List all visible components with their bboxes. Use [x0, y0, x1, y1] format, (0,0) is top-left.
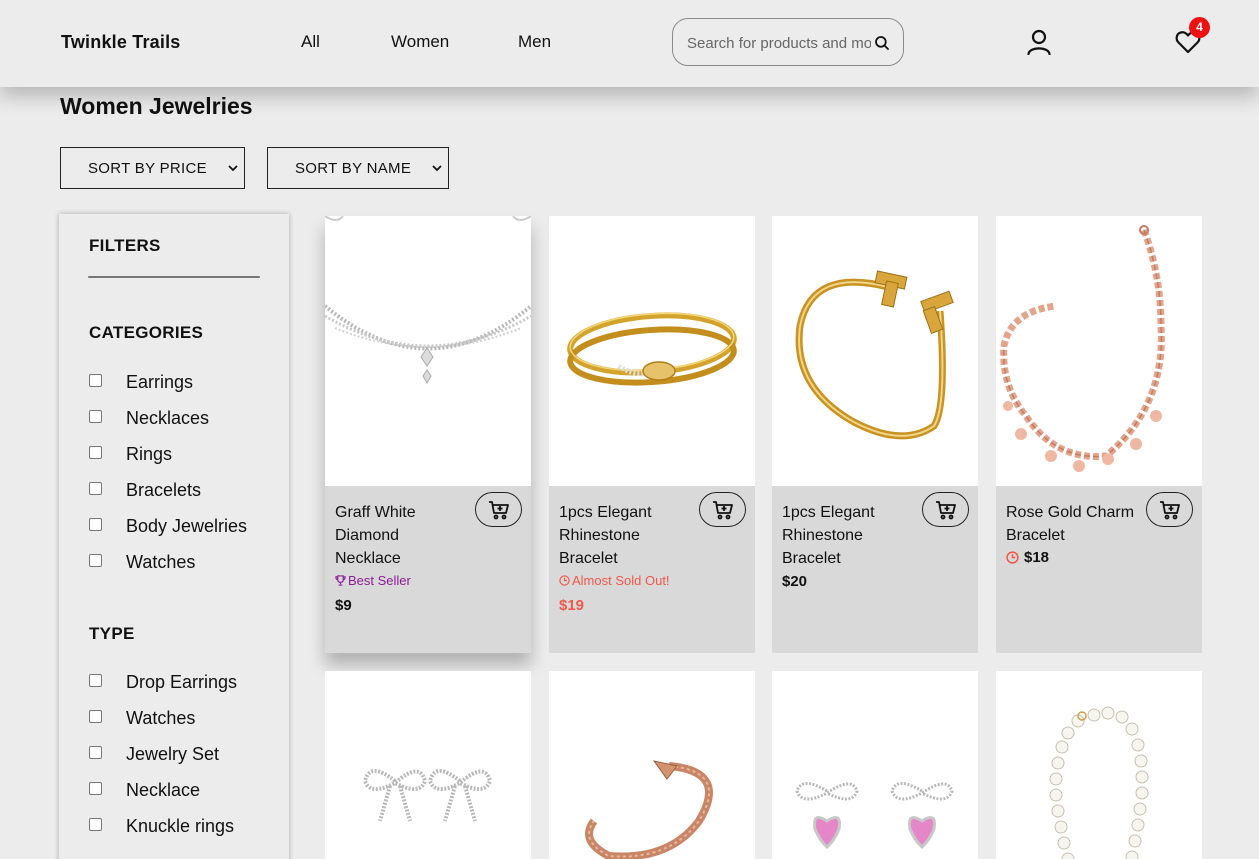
cart-icon: [488, 500, 509, 519]
filter-category-earrings: Earrings: [89, 372, 193, 396]
nav-all[interactable]: All: [301, 32, 320, 52]
filter-label: Jewelry Set: [126, 744, 220, 764]
product-image[interactable]: [772, 216, 978, 486]
filter-type-jewelry-set: Jewelry Set: [89, 744, 219, 768]
product-card[interactable]: Graff White Diamond Necklace Best Seller…: [325, 216, 531, 653]
checkbox[interactable]: [89, 409, 102, 423]
product-price: $19: [559, 597, 585, 614]
product-image[interactable]: [996, 671, 1202, 859]
product-image[interactable]: [549, 216, 755, 486]
product-price: $18: [1024, 549, 1050, 566]
checkbox[interactable]: [89, 481, 102, 495]
filter-label: Body Jewelries: [126, 516, 248, 536]
filter-type-drop-earrings: Drop Earrings: [89, 672, 237, 696]
product-card[interactable]: Rose Gold Charm Bracelet $18: [996, 216, 1202, 653]
checkbox[interactable]: [89, 745, 102, 759]
filter-label: Rings: [126, 444, 173, 464]
product-image[interactable]: [772, 671, 978, 859]
filter-type-knuckle-rings: Knuckle rings: [89, 816, 234, 840]
checkbox[interactable]: [89, 553, 102, 567]
page-title: Women Jewelries: [60, 93, 253, 119]
filter-label: Watches: [126, 552, 196, 572]
sort-name-label: SORT BY NAME: [295, 160, 412, 177]
chevron-down-icon: [432, 165, 442, 172]
filter-category-body-jewelries: Body Jewelries: [89, 516, 247, 540]
clock-icon: [1006, 551, 1019, 564]
checkbox[interactable]: [89, 781, 102, 795]
filter-type-necklace: Necklace: [89, 780, 200, 804]
filters-panel: FILTERS CATEGORIES Earrings Necklaces Ri…: [59, 214, 289, 859]
product-image[interactable]: [996, 216, 1202, 486]
product-price-row: $18: [1006, 549, 1049, 566]
search-icon[interactable]: [873, 34, 891, 52]
trophy-icon: [335, 575, 346, 586]
product-name[interactable]: Rose Gold Charm Bracelet: [1006, 501, 1136, 547]
tag-text: Almost Sold Out!: [572, 573, 670, 588]
product-image[interactable]: [325, 671, 531, 859]
categories-title: CATEGORIES: [89, 323, 204, 342]
sort-price-label: SORT BY PRICE: [88, 160, 207, 177]
almost-sold-out-tag: Almost Sold Out!: [559, 573, 670, 588]
product-card[interactable]: 1pcs Elegant Rhinestone Bracelet $20: [772, 216, 978, 653]
checkbox[interactable]: [89, 709, 102, 723]
cart-icon: [1159, 500, 1180, 519]
filter-label: Necklace: [126, 780, 201, 800]
add-to-cart-button[interactable]: [699, 492, 746, 527]
checkbox[interactable]: [89, 673, 102, 687]
product-name[interactable]: 1pcs Elegant Rhinestone Bracelet: [782, 501, 912, 570]
filter-label: Earrings: [126, 372, 194, 392]
checkbox[interactable]: [89, 373, 102, 387]
brand-logo[interactable]: Twinkle Trails: [61, 32, 181, 53]
filter-category-watches: Watches: [89, 552, 195, 576]
cart-icon: [712, 500, 733, 519]
filters-divider: [88, 276, 260, 278]
product-card[interactable]: [325, 671, 531, 859]
checkbox[interactable]: [89, 445, 102, 459]
user-icon[interactable]: [1026, 29, 1052, 55]
filter-type-watches: Watches: [89, 708, 195, 732]
sort-by-price-select[interactable]: SORT BY PRICE: [60, 147, 245, 189]
product-image[interactable]: [325, 216, 531, 486]
filter-label: Knuckle rings: [126, 816, 235, 836]
nav-men[interactable]: Men: [518, 32, 551, 52]
filter-label: Watches: [126, 708, 196, 728]
product-card[interactable]: [772, 671, 978, 859]
nav-women[interactable]: Women: [391, 32, 449, 52]
add-to-cart-button[interactable]: [922, 492, 969, 527]
product-image[interactable]: [549, 671, 755, 859]
product-card[interactable]: [996, 671, 1202, 859]
tag-text: Best Seller: [348, 573, 411, 588]
checkbox[interactable]: [89, 817, 102, 831]
product-name[interactable]: 1pcs Elegant Rhinestone Bracelet: [559, 501, 689, 570]
chevron-down-icon: [228, 165, 238, 172]
filter-label: Bracelets: [126, 480, 202, 500]
filter-label: Drop Earrings: [126, 672, 238, 692]
search-input[interactable]: [687, 32, 871, 54]
type-title: TYPE: [89, 624, 135, 643]
filter-label: Necklaces: [126, 408, 210, 428]
cart-icon: [935, 500, 956, 519]
add-to-cart-button[interactable]: [475, 492, 522, 527]
product-name[interactable]: Graff White Diamond Necklace: [335, 501, 465, 570]
wishlist-count-badge: 4: [1189, 17, 1210, 38]
best-seller-tag: Best Seller: [335, 573, 411, 588]
product-price: $20: [782, 573, 808, 590]
sort-by-name-select[interactable]: SORT BY NAME: [267, 147, 449, 189]
product-card[interactable]: [549, 671, 755, 859]
filters-title: FILTERS: [89, 236, 161, 255]
top-header: Twinkle Trails All Women Men 4: [0, 0, 1259, 87]
product-card[interactable]: 1pcs Elegant Rhinestone Bracelet Almost …: [549, 216, 755, 653]
add-to-cart-button[interactable]: [1146, 492, 1193, 527]
filter-category-necklaces: Necklaces: [89, 408, 209, 432]
checkbox[interactable]: [89, 517, 102, 531]
search-box: [672, 18, 904, 66]
filter-category-rings: Rings: [89, 444, 172, 468]
clock-icon: [559, 575, 570, 586]
product-price: $9: [335, 597, 352, 614]
filter-category-bracelets: Bracelets: [89, 480, 201, 504]
